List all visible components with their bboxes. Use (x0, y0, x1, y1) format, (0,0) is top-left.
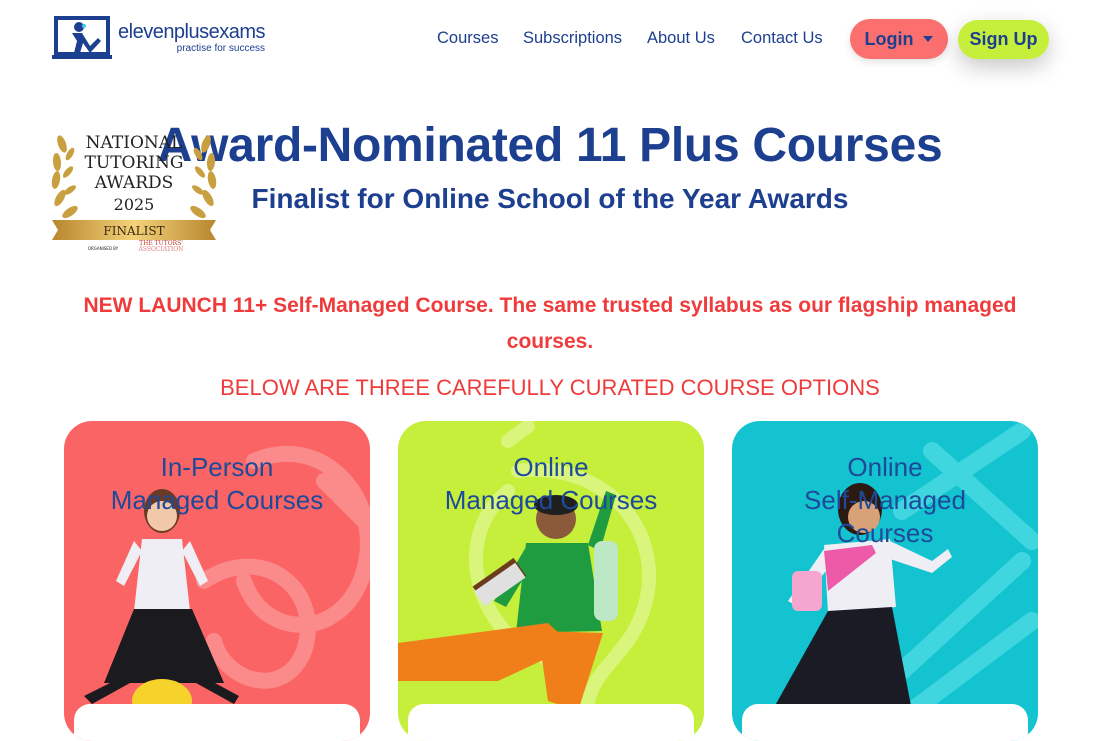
card-title-online-self-managed: Online Self-Managed Courses (804, 452, 966, 548)
login-button[interactable]: Login (850, 19, 948, 59)
brand-name: elevenplusexams (118, 21, 266, 43)
nav-courses[interactable]: Courses (437, 29, 498, 48)
svg-text:NATIONAL: NATIONAL (86, 133, 183, 153)
svg-text:2025: 2025 (114, 195, 155, 214)
course-options-heading: BELOW ARE THREE CAREFULLY CURATED COURSE… (220, 375, 880, 400)
svg-text:AWARDS: AWARDS (94, 173, 174, 193)
card-title-online-managed: Online Managed Courses (444, 452, 658, 515)
card-panel (408, 704, 694, 741)
laurel-right-icon (190, 135, 217, 219)
login-label: Login (864, 28, 914, 49)
course-card-in-person[interactable]: In-Person Managed Courses (64, 421, 370, 741)
site-logo[interactable]: elevenplusexams practise for success (50, 16, 266, 60)
course-card-online-managed[interactable]: Online Managed Courses (398, 421, 704, 741)
svg-text:ASSOCIATION: ASSOCIATION (138, 246, 184, 253)
svg-text:FINALIST: FINALIST (103, 224, 164, 238)
laurel-left-icon (51, 135, 78, 219)
new-launch-announcement: NEW LAUNCH 11+ Self-Managed Course. The … (83, 294, 1017, 353)
card-title-in-person: In-Person Managed Courses (110, 452, 324, 515)
svg-text:TUTORING: TUTORING (85, 153, 184, 173)
signup-label: Sign Up (969, 29, 1038, 49)
course-card-online-self-managed[interactable]: Online Self-Managed Courses (732, 421, 1038, 741)
svg-text:ORGANISED BY: ORGANISED BY (88, 246, 119, 251)
caret-down-icon (923, 36, 934, 42)
brand-tagline: practise for success (176, 43, 266, 54)
nav-subscriptions[interactable]: Subscriptions (523, 29, 622, 48)
signup-button[interactable]: Sign Up (958, 20, 1049, 59)
nav-about-us[interactable]: About Us (647, 29, 715, 48)
award-badge: NATIONAL TUTORING AWARDS 2025 FINALIST O… (48, 124, 220, 254)
nav-contact-us[interactable]: Contact Us (741, 29, 823, 48)
card-panel (742, 704, 1028, 741)
student-at-desk-icon (50, 16, 114, 60)
card-panel (74, 704, 360, 741)
